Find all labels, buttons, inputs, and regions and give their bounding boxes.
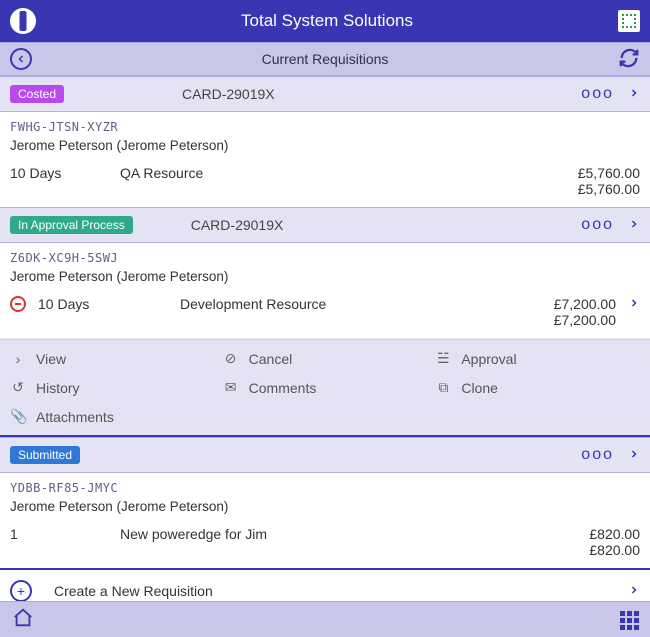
refresh-button[interactable] <box>618 47 640 72</box>
action-label: View <box>36 351 66 367</box>
line-qty: 1 <box>10 526 120 542</box>
status-badge: In Approval Process <box>10 216 133 234</box>
group-code: YDBB-RF85-JMYC <box>10 481 640 495</box>
line-desc: QA Resource <box>120 165 550 181</box>
line-desc: New poweredge for Jim <box>120 526 550 542</box>
action-cancel[interactable]: ⊘ Cancel <box>223 346 428 371</box>
action-comments[interactable]: ✉ Comments <box>223 375 428 400</box>
clone-icon: ⧉ <box>435 379 451 396</box>
chevron-right-icon[interactable] <box>628 86 640 103</box>
app-header: Total System Solutions <box>0 0 650 42</box>
back-button[interactable] <box>10 48 32 70</box>
chevron-right-icon: › <box>10 351 26 367</box>
chevron-right-icon[interactable] <box>628 447 640 464</box>
app-title: Total System Solutions <box>241 11 413 31</box>
line-amount-2: £820.00 <box>589 542 640 558</box>
action-label: Clone <box>461 380 498 396</box>
line-row[interactable]: 10 Days Development Resource £7,200.00 £… <box>0 288 650 339</box>
line-row: 1 New poweredge for Jim £820.00 £820.00 <box>0 518 650 568</box>
group-person: Jerome Peterson (Jerome Peterson) <box>10 134 640 153</box>
app-logo <box>10 8 36 34</box>
group-meta: Z6DK-XC9H-5SWJ Jerome Peterson (Jerome P… <box>0 243 650 288</box>
group-header[interactable]: Submitted ooo <box>0 437 650 473</box>
line-desc: Development Resource <box>120 296 526 312</box>
home-icon[interactable] <box>12 607 34 632</box>
page-title: Current Requisitions <box>262 51 389 67</box>
group-ref: CARD-29019X <box>72 86 581 102</box>
status-badge: Costed <box>10 85 64 103</box>
group-ref: CARD-29019X <box>141 217 582 233</box>
chevron-right-icon[interactable] <box>628 217 640 234</box>
action-label: Comments <box>249 380 317 396</box>
action-label: Cancel <box>249 351 293 367</box>
remove-icon[interactable] <box>10 296 26 312</box>
more-icon[interactable]: ooo <box>581 446 614 464</box>
cancel-icon: ⊘ <box>223 350 239 367</box>
group-person: Jerome Peterson (Jerome Peterson) <box>10 265 640 284</box>
group-header[interactable]: Costed CARD-29019X ooo <box>0 76 650 112</box>
line-qty: 10 Days <box>10 165 120 181</box>
action-clone[interactable]: ⧉ Clone <box>435 375 640 400</box>
action-view[interactable]: › View <box>10 346 215 371</box>
group-meta: FWHG-JTSN-XYZR Jerome Peterson (Jerome P… <box>0 112 650 157</box>
approval-icon: ☱ <box>435 350 451 367</box>
action-label: Attachments <box>36 409 114 425</box>
history-icon: ↺ <box>10 379 26 396</box>
action-label: History <box>36 380 80 396</box>
comments-icon: ✉ <box>223 379 239 396</box>
group-meta: YDBB-RF85-JMYC Jerome Peterson (Jerome P… <box>0 473 650 518</box>
bottom-actions: + Create a New Requisition × Show Closed… <box>0 568 650 601</box>
line-qty-col: 10 Days <box>10 296 120 312</box>
line-amount-1: £820.00 <box>589 526 640 542</box>
status-badge: Submitted <box>10 446 80 464</box>
group-person: Jerome Peterson (Jerome Peterson) <box>10 495 640 514</box>
attachment-icon: 📎 <box>10 408 26 425</box>
page-subheader: Current Requisitions <box>0 42 650 76</box>
bottom-label: Create a New Requisition <box>54 583 628 599</box>
app-grid-icon[interactable] <box>620 611 638 629</box>
more-icon[interactable]: ooo <box>581 85 614 103</box>
plus-icon: + <box>10 580 32 601</box>
line-amount-2: £5,760.00 <box>578 181 640 197</box>
group-code: Z6DK-XC9H-5SWJ <box>10 251 640 265</box>
action-attachments[interactable]: 📎 Attachments <box>10 404 640 429</box>
action-label: Approval <box>461 351 516 367</box>
action-approval[interactable]: ☱ Approval <box>435 346 640 371</box>
content-area: Costed CARD-29019X ooo FWHG-JTSN-XYZR Je… <box>0 76 650 601</box>
chevron-right-icon[interactable] <box>628 296 640 310</box>
line-amount-1: £5,760.00 <box>578 165 640 181</box>
line-amount-1: £7,200.00 <box>554 296 616 312</box>
action-history[interactable]: ↺ History <box>10 375 215 400</box>
action-panel: › View ⊘ Cancel ☱ Approval ↺ History ✉ Commen… <box>0 339 650 437</box>
line-amount-2: £7,200.00 <box>554 312 616 328</box>
more-icon[interactable]: ooo <box>581 216 614 234</box>
line-row: 10 Days QA Resource £5,760.00 £5,760.00 <box>0 157 650 207</box>
line-qty: 10 Days <box>38 296 89 312</box>
group-code: FWHG-JTSN-XYZR <box>10 120 640 134</box>
footer <box>0 601 650 637</box>
create-requisition-button[interactable]: + Create a New Requisition <box>0 568 650 601</box>
group-header[interactable]: In Approval Process CARD-29019X ooo <box>0 207 650 243</box>
grid-menu-icon[interactable] <box>618 10 640 32</box>
chevron-right-icon <box>628 583 640 600</box>
